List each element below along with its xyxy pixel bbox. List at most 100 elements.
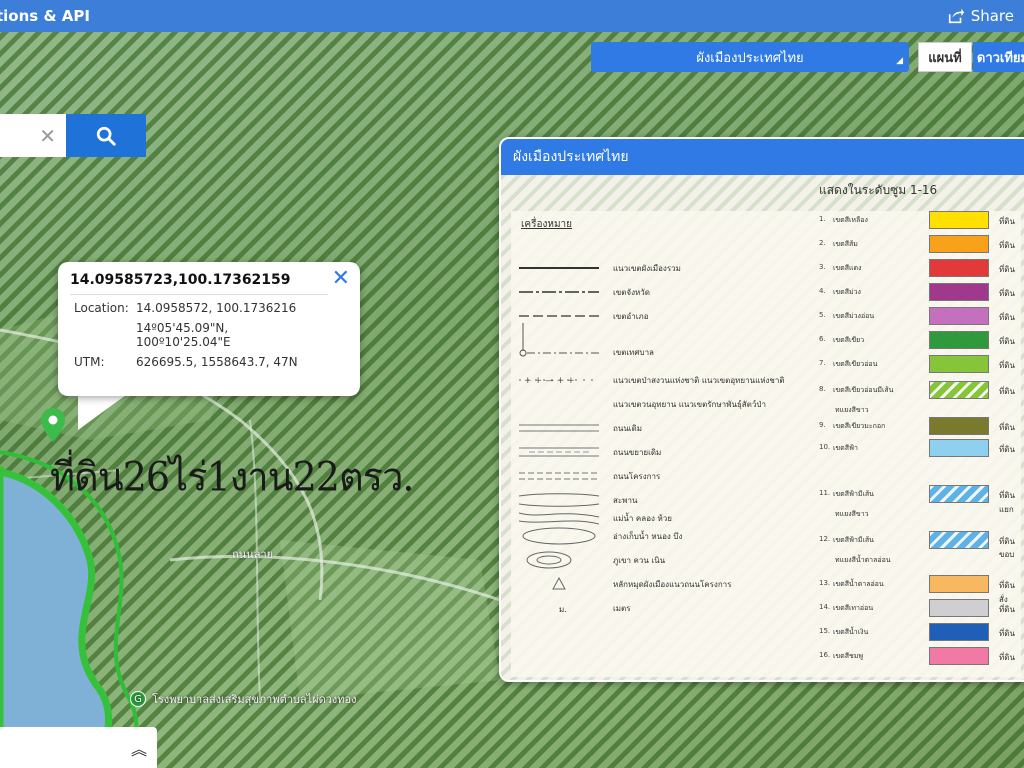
bottom-panel-toggle[interactable]: ︽	[0, 727, 157, 768]
legend-symbol-label: สะพาน	[613, 495, 638, 505]
zone-color-swatch	[929, 381, 989, 399]
zone-description: ที่ดิน	[999, 313, 1015, 322]
river	[0, 466, 112, 768]
zone-name: เขตสีฟ้ามีเส้น	[833, 490, 874, 498]
zone-color-swatch	[929, 259, 989, 277]
legend-symbol-label: หลักหมุดผังเมืองแนวถนนโครงการ	[613, 579, 732, 589]
legend-zone-row: 3. เขตสีแดง ที่ดิน	[819, 259, 1024, 279]
zone-description: ที่ดิน	[999, 337, 1015, 346]
zone-description: ที่ดิน	[999, 445, 1015, 454]
legend-symbol-label: ถนนขยายเดิม	[613, 447, 662, 457]
zone-name: เขตสีเขียว	[833, 336, 865, 344]
zone-name: เขตสีม่วงอ่อน	[833, 312, 875, 320]
legend-body: แสดงในระดับซูม 1-16 เครื่องหมาย แนวเขตผั…	[501, 175, 1024, 680]
zone-number: 12.	[819, 535, 831, 543]
zone-color-swatch	[929, 647, 989, 665]
legend-symbol-graphic	[519, 323, 599, 361]
share-button[interactable]: Share	[947, 7, 1014, 25]
road-label: ถนนลาย	[232, 548, 274, 561]
zone-color-swatch	[929, 417, 989, 435]
zone-number: 11.	[819, 489, 831, 497]
legend-symbol-row: เขตจังหวัด	[519, 283, 650, 301]
dms-lon: 100º10'25.04"E	[136, 335, 231, 349]
legend-title[interactable]: ผังเมืองประเทศไทย	[501, 139, 1024, 175]
zone-number: 15.	[819, 627, 831, 635]
utm-label: UTM:	[74, 355, 105, 369]
zone-number: 16.	[819, 651, 831, 659]
legend-zone-row: 5. เขตสีม่วงอ่อน ที่ดิน	[819, 307, 1024, 327]
popup-dms-row: 14º05'45.09"N, 100º10'25.04"E	[70, 321, 348, 349]
zone-number: 3.	[819, 263, 826, 271]
legend-panel: ผังเมืองประเทศไทย แสดงในระดับซูม 1-16 เค…	[499, 137, 1024, 682]
location-pin-icon[interactable]	[41, 408, 65, 442]
popup-utm-row: UTM: 626695.5, 1558643.7, 47N	[70, 355, 348, 369]
location-label: Location:	[74, 301, 129, 315]
double-chevron-up-icon: ︽	[130, 739, 147, 759]
legend-symbol-graphic	[519, 395, 599, 413]
map-type-map-button[interactable]: แผนที่	[918, 42, 972, 72]
legend-zone-row: 14. เขตสีเทาอ่อน ที่ดิน	[819, 599, 1024, 619]
svg-text:+ + — + +: + + — + +	[524, 376, 575, 386]
legend-symbol-row: สะพาน	[518, 491, 637, 509]
topbar-title[interactable]: tions & API	[0, 7, 90, 25]
legend-symbol-row: ถนนเดิม	[519, 419, 642, 437]
layer-select[interactable]: ผังเมืองประเทศไทย ◢	[591, 42, 909, 72]
zone-name: เขตสีเขียวมะกอก	[833, 422, 886, 430]
zone-number: 4.	[819, 287, 826, 295]
legend-symbol-label: ภูเขา ควน เนิน	[613, 555, 666, 565]
share-label: Share	[970, 7, 1014, 25]
zone-name: เขตสีแดง	[833, 264, 862, 272]
layer-select-value: ผังเมืองประเทศไทย	[696, 50, 804, 66]
symbols-title: เครื่องหมาย	[521, 219, 573, 230]
legend-symbol-row: ม. เมตร	[519, 599, 631, 617]
legend-zone-row: 9. เขตสีเขียวมะกอก ที่ดิน	[819, 417, 1024, 437]
popup-location-row: Location: 14.0958572, 100.1736216	[70, 301, 348, 315]
zone-description: ที่ดิน	[999, 581, 1015, 590]
legend-zone-row: 16. เขตสีชมพู ที่ดิน	[819, 647, 1024, 667]
legend-zone-row: 11. เขตสีฟ้ามีเส้น ที่ดิน ทแยงสีขาว	[819, 485, 1024, 518]
zone-subname: ทแยงสีขาว	[835, 406, 869, 414]
zone-name: เขตสีน้ำเงิน	[833, 628, 869, 636]
legend-zone-row: 6. เขตสีเขียว ที่ดิน	[819, 331, 1024, 351]
zone-color-swatch	[929, 283, 989, 301]
zone-color-swatch	[929, 235, 989, 253]
legend-symbol-graphic	[518, 491, 600, 509]
zone-color-swatch	[929, 485, 989, 503]
legend-symbol-graphic	[519, 551, 599, 569]
zone-name: เขตสีม่วง	[833, 288, 861, 296]
map-type-satellite-button[interactable]: ดาวเทียม	[973, 42, 1024, 72]
legend-symbol-label: ถนนโครงการ	[613, 471, 661, 481]
poi-hospital[interactable]: G โรงพยาบาลส่งเสริมสุขภาพตำบลไผ่ดวงทอง	[130, 690, 357, 708]
field-patch	[280, 540, 500, 700]
close-icon[interactable]: ✕	[332, 268, 350, 290]
zone-name: เขตสีเหลือง	[833, 216, 868, 224]
zone-number: 14.	[819, 603, 831, 611]
legend-symbol-label: แนวเขตวนอุทยาน แนวเขตรักษาพันธุ์สัตว์ป่า	[613, 399, 766, 409]
clear-icon[interactable]: ✕	[39, 124, 56, 148]
zone-number: 6.	[819, 335, 826, 343]
search-button[interactable]	[66, 114, 146, 157]
legend-symbol-graphic: ม.	[519, 599, 599, 617]
zone-name: เขตสีส้ม	[833, 240, 858, 248]
legend-symbol-label: ถนนเดิม	[613, 423, 642, 433]
legend-symbol-row: ถนนโครงการ	[519, 467, 660, 485]
legend-symbol-label: เมตร	[613, 603, 631, 613]
legend-symbol-row: อ่างเก็บน้ำ หนอง บึง	[519, 527, 682, 545]
zone-number: 5.	[819, 311, 826, 319]
zone-name: เขตสีเทาอ่อน	[833, 604, 874, 612]
legend-symbol-label: แม่น้ำ คลอง ห้วย	[613, 513, 672, 523]
zone-description: ที่ดิน	[999, 289, 1015, 298]
plot-annotation: ที่ดิน26ไร่1งาน22ตรว.	[50, 453, 414, 501]
share-icon	[948, 8, 964, 24]
search-input[interactable]: ✕	[0, 114, 66, 157]
legend-symbol-row: แนวเขตผังเมืองรวม	[519, 259, 681, 277]
legend-zone-row: 13. เขตสีน้ำตาลอ่อน ที่ดิน	[819, 575, 1024, 595]
legend-symbol-graphic	[519, 283, 599, 301]
poi-label: โรงพยาบาลส่งเสริมสุขภาพตำบลไผ่ดวงทอง	[152, 693, 357, 706]
legend-zone-row: 10. เขตสีฟ้า ที่ดิน	[819, 439, 1024, 459]
legend-zone-row: 4. เขตสีม่วง ที่ดิน	[819, 283, 1024, 303]
dms-lat: 14º05'45.09"N,	[136, 321, 229, 335]
legend-symbol-row: แนวเขตวนอุทยาน แนวเขตรักษาพันธุ์สัตว์ป่า	[519, 395, 766, 413]
legend-symbol-label: อ่างเก็บน้ำ หนอง บึง	[613, 531, 683, 541]
popup-title: 14.09585723,100.17362159	[70, 272, 328, 295]
